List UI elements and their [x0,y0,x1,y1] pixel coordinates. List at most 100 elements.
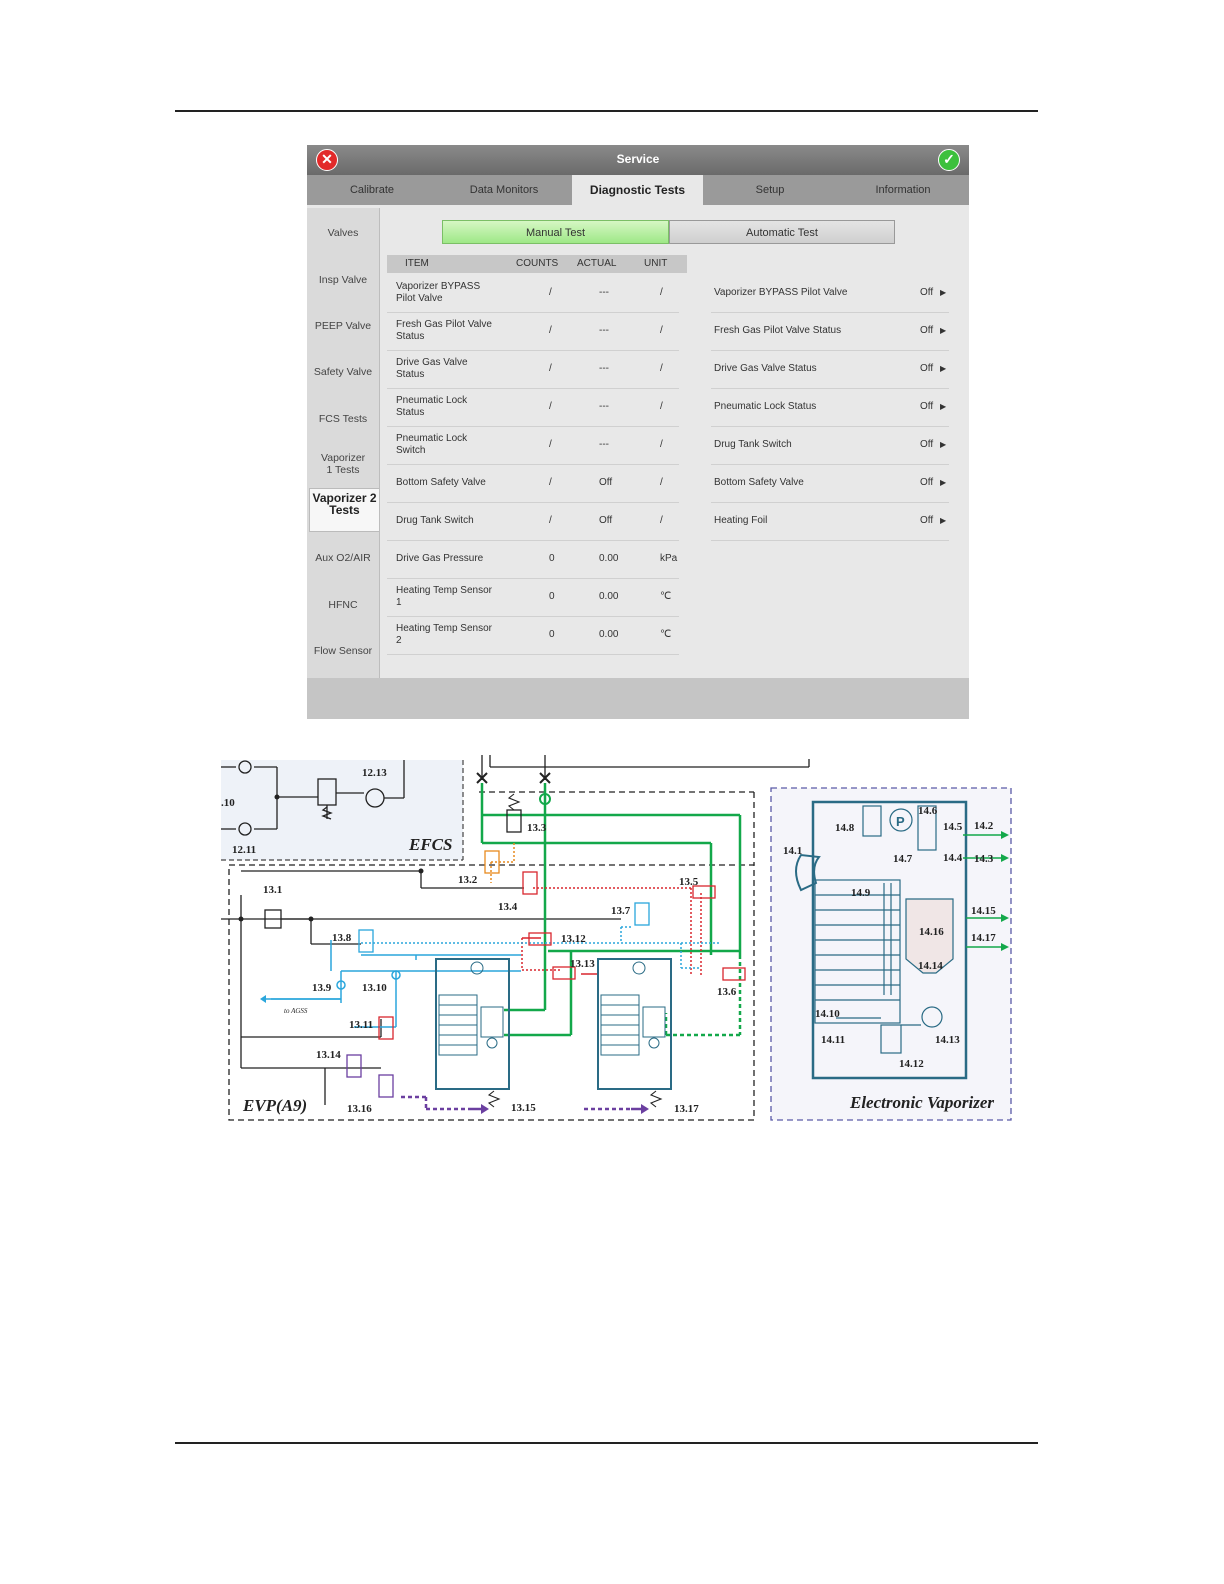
label-13-4: 13.4 [498,901,518,913]
label-13-8: 13.8 [332,932,352,944]
label-14-11: 14.11 [821,1034,845,1046]
svg-text:P: P [896,814,905,829]
label-13-3: 13.3 [527,822,547,834]
sidebar-item-vaporizer-2-tests[interactable]: Vaporizer 2 Tests [309,488,379,532]
cell-item: Heating Temp Sensor 2 [396,623,492,646]
cell-counts: / [549,477,552,488]
title-bar: ✕ Service ✓ [307,145,969,175]
label-14-8: 14.8 [835,822,855,834]
chevron-right-icon[interactable]: ▶ [940,439,946,451]
control-value[interactable]: Off [920,477,933,489]
control-value[interactable]: Off [920,325,933,337]
header-actual: ACTUAL [577,258,617,269]
control-value[interactable]: Off [920,401,933,413]
top-rule [175,110,1038,112]
table-row: Heating Temp Sensor 1 0 0.00 ℃ [387,578,679,617]
label-13-13: 13.13 [570,958,595,970]
control-label: Bottom Safety Valve [714,477,804,488]
label-14-13: 14.13 [935,1034,960,1046]
control-label: Fresh Gas Pilot Valve Status [714,325,842,336]
label-13-9: 13.9 [312,982,332,994]
control-row[interactable]: Pneumatic Lock Status Off ▶ [711,388,949,427]
control-row[interactable]: Drug Tank Switch Off ▶ [711,426,949,465]
label-13-15: 13.15 [511,1102,536,1114]
control-row[interactable]: Bottom Safety Valve Off ▶ [711,464,949,503]
header-counts: COUNTS [516,258,559,269]
header-item: ITEM [405,258,429,269]
label-13-1: 13.1 [263,884,282,896]
cell-actual: Off [599,515,613,526]
table-header: ITEM COUNTS ACTUAL UNIT [387,255,687,273]
table-row: Drug Tank Switch / Off / [387,502,679,541]
cell-unit: / [660,325,663,336]
label-14-1: 14.1 [783,845,802,857]
label-13-10: 13.10 [362,982,387,994]
control-row[interactable]: Fresh Gas Pilot Valve Status Off ▶ [711,312,949,351]
cell-unit: ℃ [660,629,672,640]
cell-item: Pneumatic Lock Status [396,395,468,418]
table-row: Bottom Safety Valve / Off / [387,464,679,503]
cell-item: Drug Tank Switch [396,515,474,526]
sidebar-item-flow-sensor[interactable]: Flow Sensor [307,645,379,657]
electronic-vaporizer-title: Electronic Vaporizer [849,1093,994,1112]
header-unit: UNIT [644,258,668,269]
cell-actual: --- [599,287,609,298]
control-label: Pneumatic Lock Status [714,401,817,412]
label-14-14: 14.14 [918,960,943,972]
sidebar-item-vaporizer-1-tests[interactable]: Vaporizer 1 Tests [307,452,379,476]
sidebar-item-hfnc[interactable]: HFNC [307,599,379,611]
cell-unit: / [660,363,663,374]
label-14-6: 14.6 [918,805,938,817]
chevron-right-icon[interactable]: ▶ [940,515,946,527]
label-13-17: 13.17 [674,1103,699,1115]
control-value[interactable]: Off [920,363,933,375]
sidebar-item-aux-o2-air[interactable]: Aux O2/AIR [307,552,379,564]
sidebar-item-insp-valve[interactable]: Insp Valve [307,274,379,286]
chevron-right-icon[interactable]: ▶ [940,287,946,299]
chevron-right-icon[interactable]: ▶ [940,325,946,337]
automatic-test-button[interactable]: Automatic Test [669,220,895,244]
control-label: Vaporizer BYPASS Pilot Valve [714,287,848,298]
cell-unit: ℃ [660,591,672,602]
label-14-9: 14.9 [851,887,871,899]
label-13-5: 13.5 [679,876,699,888]
label-14-5: 14.5 [943,821,963,833]
label-13-12: 13.12 [561,933,586,945]
control-value[interactable]: Off [920,515,933,527]
cell-actual: --- [599,439,609,450]
cell-counts: / [549,363,552,374]
control-row[interactable]: Drive Gas Valve Status Off ▶ [711,350,949,389]
control-label: Heating Foil [714,515,768,526]
cell-counts: / [549,325,552,336]
tab-setup[interactable]: Setup [705,175,835,205]
label-13-11: 13.11 [349,1019,373,1031]
tab-calibrate[interactable]: Calibrate [307,175,437,205]
control-value[interactable]: Off [920,287,933,299]
control-row[interactable]: Vaporizer BYPASS Pilot Valve Off ▶ [711,274,949,313]
cell-unit: / [660,477,663,488]
tab-data-monitors[interactable]: Data Monitors [439,175,569,205]
sidebar-item-peep-valve[interactable]: PEEP Valve [307,320,379,332]
chevron-right-icon[interactable]: ▶ [940,363,946,375]
label-14-3: 14.3 [974,853,994,865]
control-row[interactable]: Heating Foil Off ▶ [711,502,949,541]
cell-actual: 0.00 [599,553,619,564]
cell-counts: 0 [549,553,555,564]
tab-diagnostic-tests[interactable]: Diagnostic Tests [572,175,703,205]
sidebar-item-safety-valve[interactable]: Safety Valve [307,366,379,378]
confirm-icon[interactable]: ✓ [938,149,960,171]
sidebar-item-valves[interactable]: Valves [307,227,379,239]
sidebar: Valves Insp Valve PEEP Valve Safety Valv… [307,208,380,678]
label-14-2: 14.2 [974,820,994,832]
pneumatic-schematic: 12.13 .10 12.11 EFCS to AGSS 13.3 13.2 1… [221,755,1012,1121]
tab-information[interactable]: Information [837,175,969,205]
label-14-12: 14.12 [899,1058,924,1070]
manual-test-button[interactable]: Manual Test [442,220,669,244]
control-value[interactable]: Off [920,439,933,451]
sidebar-item-fcs-tests[interactable]: FCS Tests [307,413,379,425]
cell-item: Fresh Gas Pilot Valve Status [396,319,492,342]
chevron-right-icon[interactable]: ▶ [940,477,946,489]
cell-actual: --- [599,325,609,336]
label-13-16: 13.16 [347,1103,372,1115]
chevron-right-icon[interactable]: ▶ [940,401,946,413]
